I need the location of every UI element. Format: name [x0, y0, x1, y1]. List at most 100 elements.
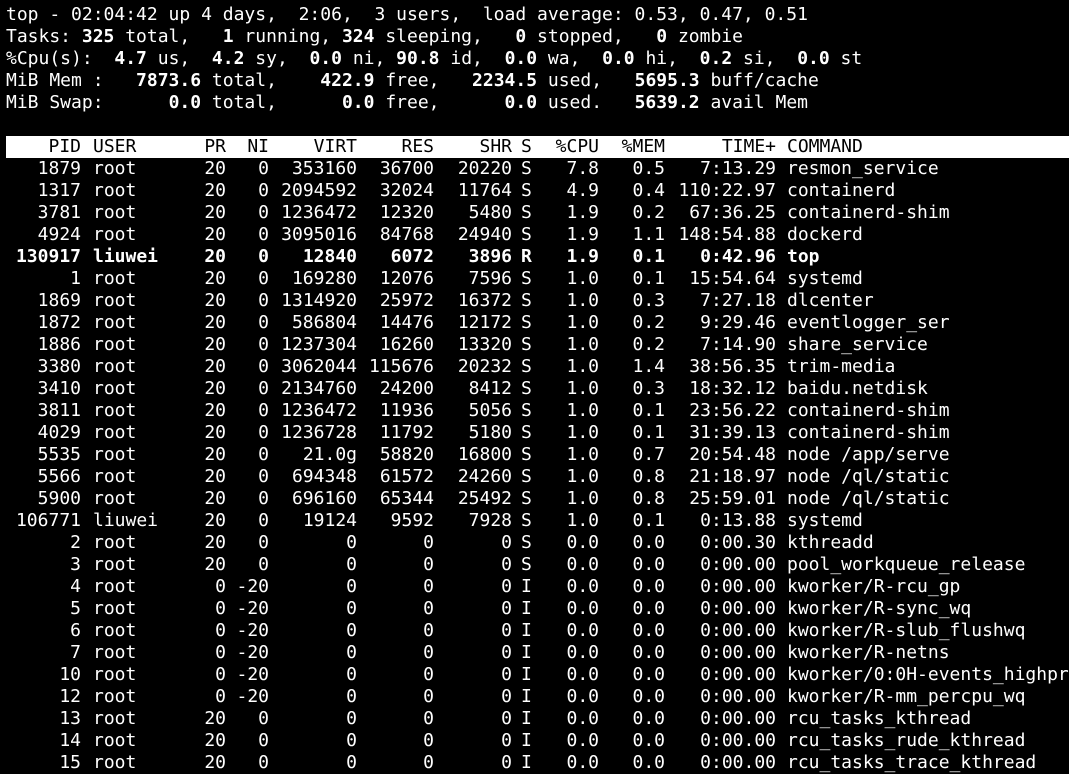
command-cell: kworker/R-rcu_gp: [787, 576, 961, 597]
state-cell: I: [521, 664, 532, 685]
cpu-cell: 1.0: [566, 400, 599, 421]
process-row[interactable]: 14 root 20 0 0 0 0 I 0.0 0.0 0:00.00 rcu_tasks_rude…: [0, 730, 1069, 752]
command-cell: rcu_tasks_kthread: [787, 708, 972, 729]
shr-cell: 0: [501, 598, 512, 619]
mem-cell: 0.1: [632, 246, 665, 267]
process-row[interactable]: 106771 liuwei 20 0 19124 9592 7928 S 1.0 0.1 0:13.…: [0, 510, 1069, 532]
col-header-mem[interactable]: %MEM: [610, 136, 665, 158]
summary-label: Tasks:: [6, 26, 82, 47]
process-row[interactable]: 3380 root 20 0 3062044 115676 20232 S 1.0 1.4 38:5…: [0, 356, 1069, 378]
virt-cell: 169280: [291, 268, 357, 289]
res-cell: 0: [423, 554, 434, 575]
virt-cell: 0: [346, 598, 357, 619]
priority-cell: 20: [204, 444, 226, 465]
pid-cell: 13: [59, 708, 81, 729]
process-row[interactable]: 130917 liuwei 20 0 12840 6072 3896 R 1.9 0.1 0:42.…: [0, 246, 1069, 268]
process-row[interactable]: 4029 root 20 0 1236728 11792 5180 S 1.0 0.1 31:39.…: [0, 422, 1069, 444]
res-cell: 14476: [379, 312, 434, 333]
process-row[interactable]: 5 root 0 -20 0 0 0 I 0.0 0.0 0:00.00 kworker/R-sync…: [0, 598, 1069, 620]
process-row[interactable]: 5535 root 20 0 21.0g 58820 16800 S 1.0 0.7 20:54.4…: [0, 444, 1069, 466]
process-row[interactable]: 1879 root 20 0 353160 36700 20220 S 7.8 0.5 7:13.2…: [0, 158, 1069, 180]
nice-cell: 0: [258, 312, 269, 333]
process-row[interactable]: 1317 root 20 0 2094592 32024 11764 S 4.9 0.4 110:2…: [0, 180, 1069, 202]
user-cell: root: [93, 576, 137, 597]
col-header-state[interactable]: S: [521, 136, 532, 158]
process-row[interactable]: 3781 root 20 0 1236472 12320 5480 S 1.9 0.2 67:36.…: [0, 202, 1069, 224]
mem-cell: 0.8: [632, 488, 665, 509]
process-row[interactable]: 1886 root 20 0 1237304 16260 13320 S 1.0 0.2 7:14.…: [0, 334, 1069, 356]
command-cell: resmon_service: [787, 158, 939, 179]
process-row[interactable]: 13 root 20 0 0 0 0 I 0.0 0.0 0:00.00 rcu_tasks_kthr…: [0, 708, 1069, 730]
process-row[interactable]: 1869 root 20 0 1314920 25972 16372 S 1.0 0.3 7:27.…: [0, 290, 1069, 312]
res-cell: 0: [423, 708, 434, 729]
pid-cell: 4029: [37, 422, 81, 443]
user-cell: root: [93, 356, 137, 377]
col-header-cpu[interactable]: %CPU: [540, 136, 599, 158]
col-header-user[interactable]: USER: [93, 136, 136, 158]
pid-cell: 1872: [37, 312, 81, 333]
nice-cell: 0: [258, 356, 269, 377]
nice-cell: -20: [236, 642, 269, 663]
summary-label: total,: [114, 26, 223, 47]
cpu-cell: 1.0: [566, 422, 599, 443]
res-cell: 0: [423, 752, 434, 773]
col-header-ni[interactable]: NI: [230, 136, 269, 158]
user-cell: root: [93, 290, 137, 311]
nice-cell: 0: [258, 422, 269, 443]
priority-cell: 20: [204, 378, 226, 399]
user-cell: root: [93, 422, 137, 443]
user-cell: root: [93, 730, 137, 751]
col-header-time[interactable]: TIME+: [668, 136, 776, 158]
res-cell: 36700: [379, 158, 434, 179]
process-row[interactable]: 4 root 0 -20 0 0 0 I 0.0 0.0 0:00.00 kworker/R-rcu_…: [0, 576, 1069, 598]
cpu-cell: 1.9: [566, 246, 599, 267]
process-row[interactable]: 3 root 20 0 0 0 0 S 0.0 0.0 0:00.00 pool_workqueue_…: [0, 554, 1069, 576]
process-row[interactable]: 3410 root 20 0 2134760 24200 8412 S 1.0 0.3 18:32.…: [0, 378, 1069, 400]
mem-cell: 0.7: [632, 444, 665, 465]
command-cell: kworker/0:0H-events_highpr: [787, 664, 1069, 685]
command-cell: rcu_tasks_rude_kthread: [787, 730, 1026, 751]
process-row[interactable]: 5566 root 20 0 694348 61572 24260 S 1.0 0.8 21:18.…: [0, 466, 1069, 488]
res-cell: 0: [423, 642, 434, 663]
summary-label: us,: [146, 48, 212, 69]
time-cell: 0:00.00: [700, 598, 776, 619]
col-header-pid[interactable]: PID: [6, 136, 81, 158]
process-row[interactable]: 1872 root 20 0 586804 14476 12172 S 1.0 0.2 9:29.4…: [0, 312, 1069, 334]
col-header-shr[interactable]: SHR: [436, 136, 512, 158]
summary-label: buff/cache: [699, 70, 819, 91]
command-cell: rcu_tasks_trace_kthread: [787, 752, 1037, 773]
summary-label: free,: [374, 70, 473, 91]
user-cell: root: [93, 224, 137, 245]
process-row[interactable]: 12 root 0 -20 0 0 0 I 0.0 0.0 0:00.00 kworker/R-mm_…: [0, 686, 1069, 708]
pid-cell: 1869: [37, 290, 81, 311]
summary-label: sy,: [244, 48, 310, 69]
time-cell: 38:56.35: [689, 356, 776, 377]
process-table-header[interactable]: PID USER PR NI VIRT RES SHR S %CPU %MEM …: [6, 136, 1069, 158]
mem-cell: 0.0: [632, 664, 665, 685]
process-row[interactable]: 3811 root 20 0 1236472 11936 5056 S 1.0 0.1 23:56.…: [0, 400, 1069, 422]
process-row[interactable]: 1 root 20 0 169280 12076 7596 S 1.0 0.1 15:54.64 sy…: [0, 268, 1069, 290]
pid-cell: 3781: [37, 202, 81, 223]
mem-cell: 0.0: [632, 554, 665, 575]
state-cell: I: [521, 686, 532, 707]
process-row[interactable]: 4924 root 20 0 3095016 84768 24940 S 1.9 1.1 148:5…: [0, 224, 1069, 246]
state-cell: S: [521, 532, 532, 553]
col-header-virt[interactable]: VIRT: [272, 136, 357, 158]
command-cell: containerd-shim: [787, 202, 950, 223]
process-row[interactable]: 10 root 0 -20 0 0 0 I 0.0 0.0 0:00.00 kworker/0:0H-…: [0, 664, 1069, 686]
shr-cell: 0: [501, 532, 512, 553]
mem-cell: 0.0: [632, 752, 665, 773]
process-row[interactable]: 2 root 20 0 0 0 0 S 0.0 0.0 0:00.30 kthreadd: [0, 532, 1069, 554]
time-cell: 0:00.00: [700, 576, 776, 597]
res-cell: 84768: [379, 224, 434, 245]
process-row[interactable]: 7 root 0 -20 0 0 0 I 0.0 0.0 0:00.00 kworker/R-netn…: [0, 642, 1069, 664]
summary-label: total,: [201, 70, 321, 91]
priority-cell: 20: [204, 334, 226, 355]
col-header-command[interactable]: COMMAND: [787, 136, 863, 158]
summary-label: running,: [233, 26, 342, 47]
process-row[interactable]: 6 root 0 -20 0 0 0 I 0.0 0.0 0:00.00 kworker/R-slub…: [0, 620, 1069, 642]
col-header-res[interactable]: RES: [356, 136, 434, 158]
process-row[interactable]: 5900 root 20 0 696160 65344 25492 S 1.0 0.8 25:59.…: [0, 488, 1069, 510]
col-header-pr[interactable]: PR: [190, 136, 226, 158]
process-row[interactable]: 15 root 20 0 0 0 0 I 0.0 0.0 0:00.00 rcu_tasks_trac…: [0, 752, 1069, 774]
